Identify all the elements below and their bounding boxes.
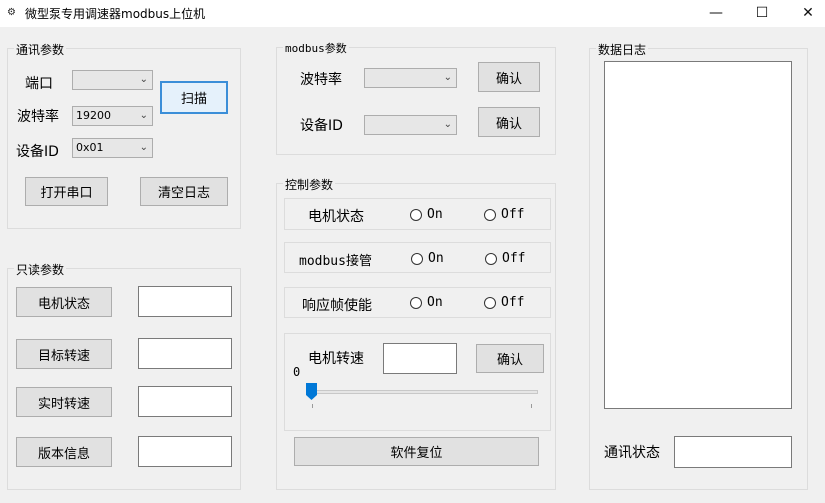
motor-state-on-label: On — [427, 207, 443, 222]
modbus-takeover-on-radio[interactable] — [411, 253, 423, 265]
port-select[interactable]: ⌄ — [72, 70, 153, 90]
motor-status-button[interactable]: 电机状态 — [16, 287, 112, 317]
minimize-button[interactable]: — — [693, 0, 739, 27]
speed-slider-thumb[interactable] — [306, 383, 317, 400]
baud-label: 波特率 — [17, 109, 59, 125]
chevron-down-icon: ⌄ — [139, 74, 148, 85]
target-speed-field[interactable] — [138, 338, 232, 369]
confirm-baud-button[interactable]: 确认 — [478, 62, 540, 92]
modbus-takeover-off-label: Off — [502, 251, 526, 266]
modbus-device-id-label: 设备ID — [300, 118, 343, 134]
response-frame-on-radio[interactable] — [410, 297, 422, 309]
slider-tick-start — [312, 404, 313, 408]
response-frame-off-radio[interactable] — [484, 297, 496, 309]
chevron-down-icon: ⌄ — [443, 72, 452, 83]
confirm-speed-button[interactable]: 确认 — [476, 344, 544, 373]
version-button[interactable]: 版本信息 — [16, 437, 112, 467]
readonly-params-title: 只读参数 — [14, 261, 67, 278]
motor-state-off-label: Off — [501, 207, 525, 222]
modbus-takeover-off-radio[interactable] — [485, 253, 497, 265]
data-log-textarea[interactable] — [604, 61, 792, 409]
chevron-down-icon: ⌄ — [443, 119, 452, 130]
close-button[interactable]: ✕ — [785, 0, 825, 27]
actual-speed-button[interactable]: 实时转速 — [16, 387, 112, 417]
data-log-title: 数据日志 — [596, 41, 649, 58]
modbus-baud-label: 波特率 — [300, 72, 342, 88]
comm-status-label: 通讯状态 — [604, 445, 660, 461]
motor-speed-input[interactable] — [383, 343, 457, 374]
actual-speed-field[interactable] — [138, 386, 232, 417]
motor-state-label: 电机状态 — [308, 209, 364, 225]
speed-slider-value: 0 — [293, 365, 301, 379]
device-id-select-value: 0x01 — [76, 141, 104, 154]
response-frame-on-label: On — [427, 295, 443, 310]
response-frame-label: 响应帧使能 — [302, 298, 372, 314]
control-params-title: 控制参数 — [283, 176, 336, 193]
scan-button[interactable]: 扫描 — [160, 81, 228, 114]
window-title: 微型泵专用调速器modbus上位机 — [25, 7, 206, 21]
device-id-select[interactable]: 0x01 ⌄ — [72, 138, 153, 158]
clear-log-button[interactable]: 清空日志 — [140, 177, 228, 206]
comm-status-field[interactable] — [674, 436, 792, 468]
chevron-down-icon: ⌄ — [139, 110, 148, 121]
comm-params-title: 通讯参数 — [14, 41, 67, 58]
modbus-takeover-on-label: On — [428, 251, 444, 266]
slider-tick-end — [531, 404, 532, 408]
motor-state-on-radio[interactable] — [410, 209, 422, 221]
open-port-button[interactable]: 打开串口 — [25, 177, 108, 206]
software-reset-button[interactable]: 软件复位 — [294, 437, 539, 466]
modbus-device-id-select[interactable]: ⌄ — [364, 115, 457, 135]
title-bar: ⚙ 微型泵专用调速器modbus上位机 — ☐ ✕ — [0, 0, 825, 27]
speed-slider-track[interactable] — [310, 390, 538, 394]
response-frame-off-label: Off — [501, 295, 525, 310]
modbus-params-title: modbus参数 — [283, 40, 349, 56]
modbus-takeover-label: modbus接管 — [299, 254, 372, 269]
chevron-down-icon: ⌄ — [139, 142, 148, 153]
port-label: 端口 — [25, 76, 53, 92]
motor-status-field[interactable] — [138, 286, 232, 317]
version-field[interactable] — [138, 436, 232, 467]
baud-select-value: 19200 — [76, 109, 111, 122]
modbus-baud-select[interactable]: ⌄ — [364, 68, 457, 88]
maximize-button[interactable]: ☐ — [739, 0, 785, 27]
baud-select[interactable]: 19200 ⌄ — [72, 106, 153, 126]
motor-speed-label: 电机转速 — [308, 351, 364, 367]
app-icon: ⚙ — [7, 7, 16, 18]
motor-state-off-radio[interactable] — [484, 209, 496, 221]
confirm-device-id-button[interactable]: 确认 — [478, 107, 540, 137]
device-id-label: 设备ID — [16, 144, 59, 160]
target-speed-button[interactable]: 目标转速 — [16, 339, 112, 369]
